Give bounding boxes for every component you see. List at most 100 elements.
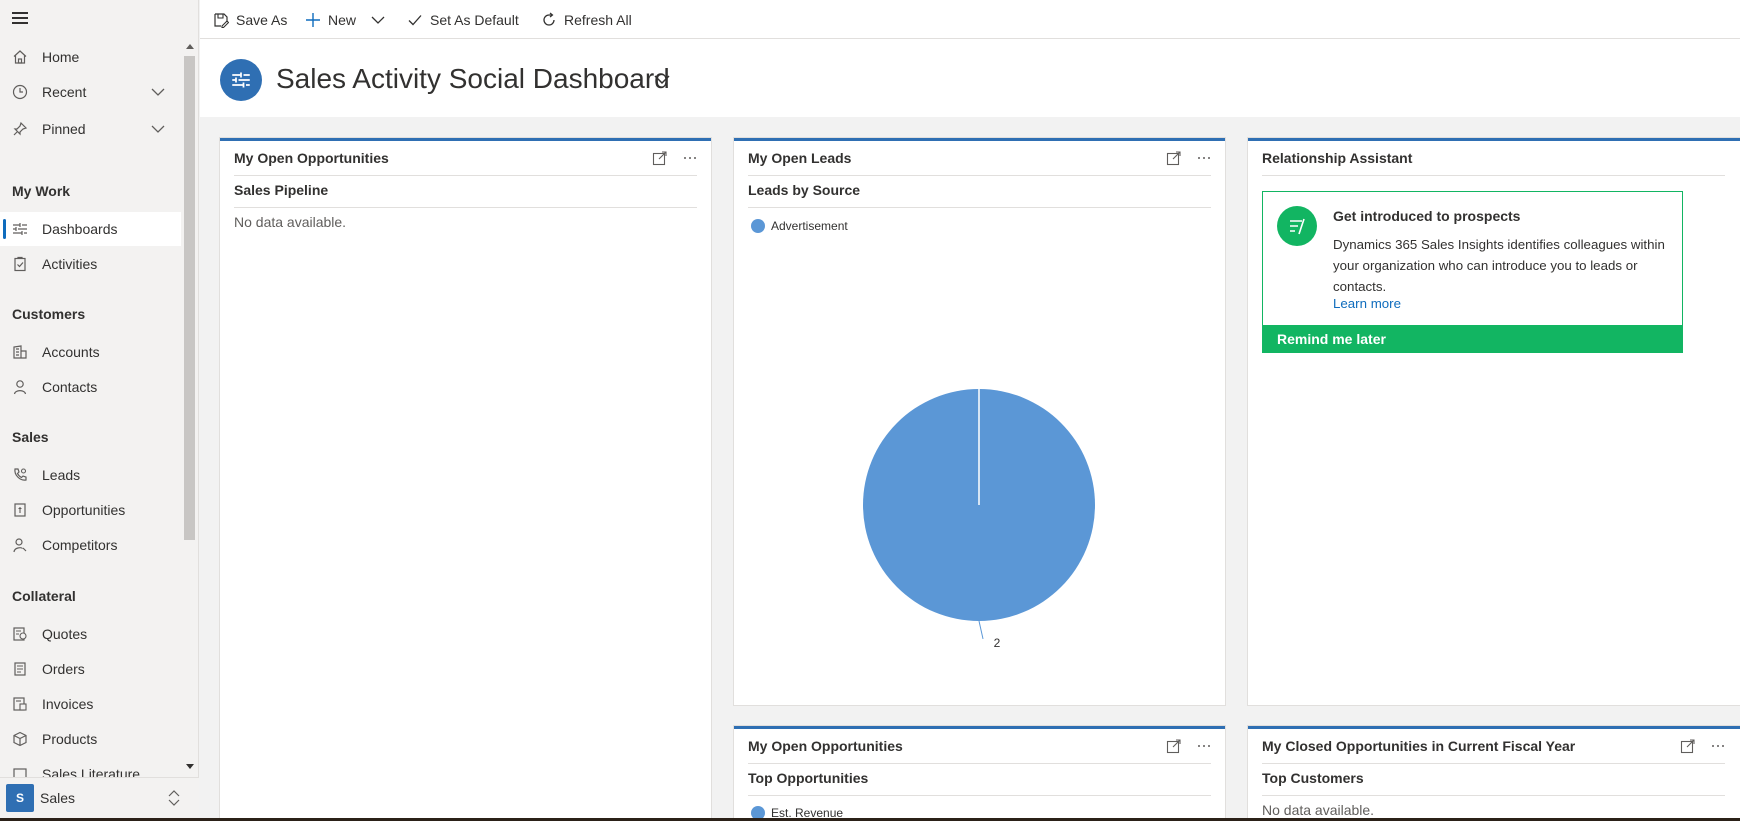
sidebar-item-recent[interactable]: Recent	[0, 75, 181, 109]
chart-legend[interactable]: Est. Revenue	[751, 806, 843, 818]
sidebar-item-label: Accounts	[42, 344, 100, 360]
more-options-icon[interactable]	[682, 150, 698, 166]
save-as-button[interactable]: Save As	[212, 0, 287, 39]
hamburger-menu-icon[interactable]	[12, 12, 28, 24]
sidebar-item-competitors[interactable]: Competitors	[0, 528, 181, 562]
chart-title: Top Customers	[1262, 770, 1364, 786]
divider	[748, 795, 1211, 796]
scroll-up-arrow-icon[interactable]	[186, 44, 194, 49]
insight-body: Dynamics 365 Sales Insights identifies c…	[1333, 237, 1665, 294]
data-label: 2	[994, 636, 1001, 650]
page-title: Sales Activity Social Dashboard	[276, 63, 670, 94]
person-search-icon	[12, 537, 28, 553]
refresh-all-label: Refresh All	[564, 11, 632, 28]
clipboard-icon	[12, 256, 28, 272]
sidebar-item-label: Competitors	[42, 537, 118, 553]
divider	[748, 175, 1211, 176]
divider	[748, 763, 1211, 764]
plus-icon	[304, 11, 322, 29]
sidebar-item-label: Sales Literature	[42, 766, 141, 777]
dashboard-icon	[220, 59, 262, 101]
checkmark-icon	[406, 11, 424, 29]
card-closed-opportunities: My Closed Opportunities in Current Fisca…	[1248, 726, 1740, 818]
dashboard-header: Sales Activity Social Dashboard	[200, 39, 1740, 117]
sidebar-item-label: Products	[42, 731, 98, 747]
card-my-open-leads: My Open Leads Leads by Source Advertisem…	[734, 138, 1225, 705]
dashboard-selector-chevron-icon[interactable]	[652, 69, 672, 89]
phone-person-icon	[12, 467, 28, 483]
order-icon	[12, 661, 28, 677]
remind-me-later-button[interactable]: Remind me later	[1262, 325, 1683, 353]
card-title: My Closed Opportunities in Current Fisca…	[1262, 738, 1576, 754]
card-title: My Open Opportunities	[234, 150, 389, 166]
sidebar-item-label: Home	[42, 49, 80, 65]
sidebar-item-quotes[interactable]: Quotes	[0, 617, 181, 651]
data-label-leader	[978, 620, 984, 640]
chevron-down-icon[interactable]	[150, 84, 166, 100]
app-window: Home Recent Pinned My Work Dashboards Ac…	[0, 0, 1740, 818]
sidebar-item-sales-literature[interactable]: Sales Literature	[0, 757, 181, 777]
sidebar-item-activities[interactable]: Activities	[0, 247, 181, 281]
sidebar-item-label: Recent	[42, 84, 87, 100]
refresh-icon	[540, 11, 558, 29]
expand-icon[interactable]	[652, 150, 668, 166]
sidebar-item-products[interactable]: Products	[0, 722, 181, 756]
sidebar-item-label: Quotes	[42, 626, 88, 642]
insight-icon	[1277, 206, 1317, 246]
chevron-down-icon[interactable]	[150, 121, 166, 137]
card-relationship-assistant: Relationship Assistant Get introduced to…	[1248, 138, 1740, 705]
card-actions	[1166, 150, 1212, 166]
command-bar: Save As New Set As Default Refresh All	[200, 0, 1740, 39]
sidebar-item-label: Invoices	[42, 696, 94, 712]
sidebar-item-accounts[interactable]: Accounts	[0, 335, 181, 369]
card-actions	[1680, 738, 1726, 754]
chart-title: Leads by Source	[748, 182, 861, 198]
chart-title: Top Opportunities	[748, 770, 869, 786]
sidebar-item-dashboards[interactable]: Dashboards	[0, 212, 181, 246]
legend-swatch	[751, 219, 765, 233]
card-top-opportunities: My Open Opportunities Top Opportunities …	[734, 726, 1225, 818]
clock-icon	[12, 84, 28, 100]
set-as-default-button[interactable]: Set As Default	[406, 0, 519, 39]
expand-icon[interactable]	[1166, 150, 1182, 166]
legend-swatch	[751, 806, 765, 818]
invoice-icon	[12, 696, 28, 712]
cube-icon	[12, 731, 28, 747]
new-button[interactable]: New	[304, 0, 386, 39]
refresh-all-button[interactable]: Refresh All	[540, 0, 632, 39]
building-icon	[12, 344, 28, 360]
document-icon	[12, 502, 28, 518]
expand-icon[interactable]	[1166, 738, 1182, 754]
sidebar-item-invoices[interactable]: Invoices	[0, 687, 181, 721]
learn-more-link[interactable]: Learn more	[1333, 296, 1401, 311]
divider	[1262, 175, 1725, 176]
section-header-customers: Customers	[12, 306, 86, 322]
sidebar-item-label: Orders	[42, 661, 85, 677]
area-badge: S	[6, 784, 34, 812]
chart-legend[interactable]: Advertisement	[751, 219, 848, 233]
sidebar-item-label: Opportunities	[42, 502, 126, 518]
scroll-down-arrow-icon[interactable]	[186, 764, 194, 769]
sidebar-item-leads[interactable]: Leads	[0, 458, 181, 492]
pin-icon	[12, 121, 28, 137]
sidebar-item-orders[interactable]: Orders	[0, 652, 181, 686]
more-options-icon[interactable]	[1196, 738, 1212, 754]
more-options-icon[interactable]	[1710, 738, 1726, 754]
card-actions	[1166, 738, 1212, 754]
sidebar-item-home[interactable]: Home	[0, 40, 181, 74]
sidebar-item-contacts[interactable]: Contacts	[0, 370, 181, 404]
up-down-chevron-icon[interactable]	[166, 788, 182, 808]
area-switcher[interactable]: S Sales	[0, 777, 199, 818]
sidebar-item-opportunities[interactable]: Opportunities	[0, 493, 181, 527]
expand-icon[interactable]	[1680, 738, 1696, 754]
sidebar-scrollbar-thumb[interactable]	[184, 56, 195, 540]
save-as-icon	[212, 11, 230, 29]
divider	[1262, 763, 1725, 764]
sidebar-item-label: Dashboards	[42, 221, 118, 237]
chevron-down-icon[interactable]	[370, 12, 386, 28]
home-icon	[12, 49, 28, 65]
divider	[1262, 795, 1725, 796]
sidebar-item-pinned[interactable]: Pinned	[0, 112, 181, 146]
more-options-icon[interactable]	[1196, 150, 1212, 166]
pie-chart: 2	[863, 389, 1095, 650]
